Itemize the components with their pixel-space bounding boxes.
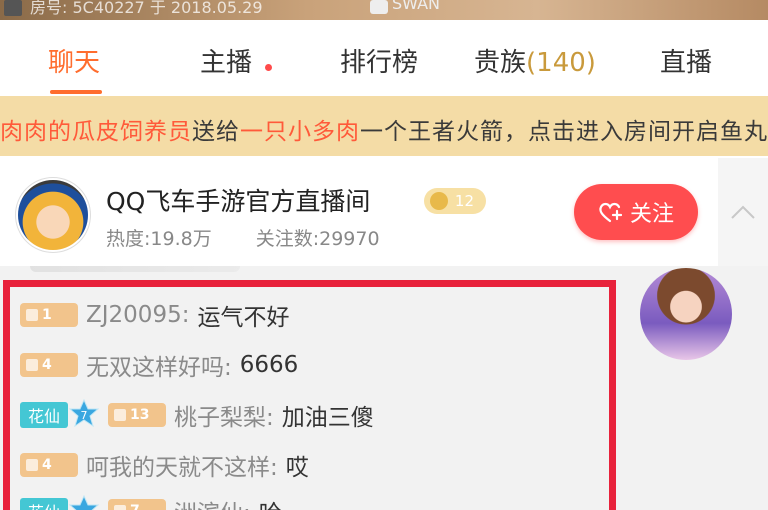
room-level-badge: 12 bbox=[424, 188, 486, 214]
follower-stat: 关注数:29970 bbox=[255, 228, 380, 250]
nobles-count: (140) bbox=[526, 48, 596, 78]
chat-message: 4 呵我的天就不这样: 哎 bbox=[20, 448, 309, 482]
user-level-badge: 4 bbox=[20, 453, 78, 477]
room-id-watermark: 房号: 5C40227 于 2018.05.29 bbox=[30, 0, 263, 17]
ticker-text: 肉肉的瓜皮饲养员送给一只小多肉一个王者火箭，点击进入房间开启鱼丸 bbox=[0, 112, 768, 146]
gift-ticker[interactable]: 肉肉的瓜皮饲养员送给一只小多肉一个王者火箭，点击进入房间开启鱼丸 bbox=[0, 96, 768, 156]
ticker-message: 一个王者火箭，点击进入房间开启鱼丸 bbox=[360, 119, 768, 145]
level-value: 7 bbox=[130, 503, 140, 510]
fans-level-value: 7 bbox=[81, 409, 88, 422]
platform-logo bbox=[4, 0, 22, 16]
chat-area: 1 ZJ20095: 运气不好 4 无双这样好吗: 6666 花仙 7 13 桃… bbox=[0, 266, 768, 510]
notification-dot bbox=[265, 64, 272, 71]
key-icon bbox=[430, 192, 448, 210]
chat-text: 加油三傻 bbox=[281, 405, 374, 431]
tab-ranking[interactable]: 排行榜 bbox=[340, 42, 418, 79]
tab-bar: 聊天 主播 排行榜 贵族(140) 直播 bbox=[0, 20, 768, 96]
ticker-verb: 送给 bbox=[192, 119, 240, 145]
tab-chat[interactable]: 聊天 bbox=[48, 42, 100, 79]
room-level-value: 12 bbox=[454, 192, 474, 210]
user-level-badge: 13 bbox=[108, 403, 167, 427]
streamer-watermark: SWAN bbox=[392, 0, 441, 13]
fans-level-star-icon bbox=[68, 495, 100, 510]
chat-username[interactable]: 洲滨仙: bbox=[174, 494, 251, 510]
fans-badge-label: 花仙 bbox=[28, 407, 61, 426]
shield-icon bbox=[26, 459, 38, 471]
room-stats: 热度:19.8万 关注数:29970 bbox=[106, 224, 380, 251]
tab-streamer[interactable]: 主播 bbox=[200, 42, 252, 79]
streamer-avatar[interactable] bbox=[640, 268, 732, 360]
video-preview-strip[interactable]: 房号: 5C40227 于 2018.05.29 SWAN bbox=[0, 0, 768, 20]
chevron-up-icon bbox=[731, 205, 755, 219]
shield-icon bbox=[26, 359, 38, 371]
chat-text: 哎 bbox=[285, 455, 309, 481]
shield-icon bbox=[26, 309, 38, 321]
fans-badge-label: 花仙 bbox=[28, 499, 60, 510]
chat-username[interactable]: 桃子梨梨: bbox=[174, 398, 274, 432]
collapse-toggle[interactable] bbox=[718, 158, 768, 266]
chat-text: 运气不好 bbox=[197, 305, 290, 331]
scrolled-message bbox=[30, 266, 240, 272]
chat-message: 1 ZJ20095: 运气不好 bbox=[20, 298, 289, 332]
tab-nobles[interactable]: 贵族(140) bbox=[474, 42, 596, 79]
heat-stat: 热度:19.8万 bbox=[106, 228, 212, 250]
chat-text: 哈 bbox=[259, 494, 282, 510]
chat-username[interactable]: 呵我的天就不这样: bbox=[86, 448, 278, 482]
chat-message: 花仙 7 洲滨仙: 哈 bbox=[20, 494, 282, 510]
chat-text: 6666 bbox=[239, 352, 299, 378]
ticker-sender: 肉肉的瓜皮饲养员 bbox=[0, 119, 192, 145]
fans-level-star-icon: 7 bbox=[68, 399, 100, 428]
level-value: 4 bbox=[42, 357, 52, 373]
shield-icon bbox=[114, 505, 127, 510]
user-level-badge: 7 bbox=[108, 499, 167, 510]
fans-badge: 花仙 bbox=[20, 498, 69, 510]
level-value: 4 bbox=[42, 457, 52, 473]
chat-message: 花仙 7 13 桃子梨梨: 加油三傻 bbox=[20, 398, 374, 432]
room-info-card: QQ飞车手游官方直播间 12 热度:19.8万 关注数:29970 关注 bbox=[0, 158, 718, 266]
user-level-badge: 1 bbox=[20, 303, 78, 327]
level-value: 1 bbox=[42, 307, 52, 323]
chat-message: 4 无双这样好吗: 6666 bbox=[20, 348, 298, 382]
chat-username[interactable]: 无双这样好吗: bbox=[86, 348, 232, 382]
tab-live[interactable]: 直播 bbox=[660, 42, 712, 79]
streamer-mini-avatar bbox=[370, 0, 388, 14]
active-tab-indicator bbox=[50, 90, 102, 94]
follow-label: 关注 bbox=[629, 201, 674, 226]
ticker-receiver: 一只小多肉 bbox=[240, 119, 360, 145]
tab-nobles-label: 贵族 bbox=[474, 48, 527, 78]
user-level-badge: 4 bbox=[20, 353, 78, 377]
room-avatar[interactable] bbox=[18, 180, 88, 250]
level-value: 13 bbox=[130, 407, 150, 423]
follow-button[interactable]: 关注 bbox=[574, 184, 698, 240]
chat-username[interactable]: ZJ20095: bbox=[86, 302, 189, 328]
fans-badge: 花仙 bbox=[20, 402, 69, 428]
heart-plus-icon bbox=[599, 202, 622, 223]
shield-icon bbox=[114, 409, 127, 421]
room-title: QQ飞车手游官方直播间 bbox=[106, 187, 371, 216]
